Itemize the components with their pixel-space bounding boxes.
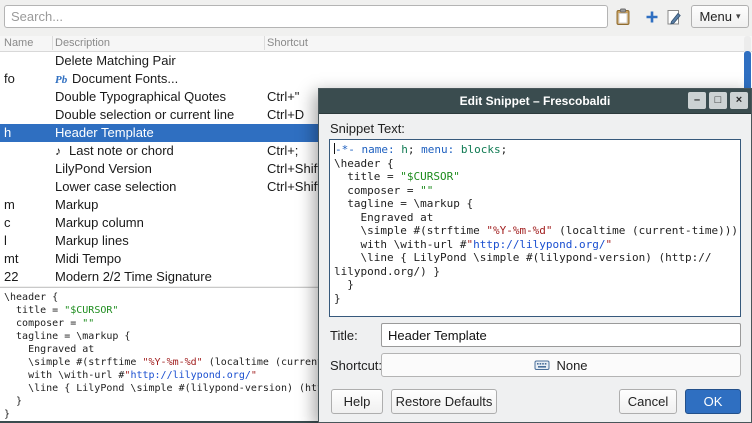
row-name: mt <box>4 250 50 268</box>
row-description: PbDocument Fonts... <box>55 70 264 89</box>
row-name: 22 <box>4 268 50 286</box>
row-description: Modern 2/2 Time Signature <box>55 268 264 286</box>
table-header: Name Description Shortcut <box>0 36 752 52</box>
menu-button-label: Menu <box>699 9 732 24</box>
shortcut-button[interactable]: None <box>381 353 741 377</box>
row-name: h <box>4 124 50 142</box>
row-description: Markup lines <box>55 232 264 250</box>
code-line: Engraved at <box>334 211 736 225</box>
column-header-name[interactable]: Name <box>4 37 33 49</box>
column-header-description[interactable]: Description <box>55 37 110 49</box>
add-snippet-button[interactable] <box>642 7 662 27</box>
maximize-button[interactable]: □ <box>709 92 727 109</box>
column-divider <box>264 36 265 50</box>
row-description: Double Typographical Quotes <box>55 88 264 106</box>
code-line: title = "$CURSOR" <box>334 170 736 184</box>
code-line: composer = "" <box>334 184 736 198</box>
snippet-toolbar: Menu ▾ <box>0 0 752 34</box>
shortcut-label: Shortcut: <box>330 358 382 373</box>
snippet-text-editor[interactable]: -*- name: h; menu: blocks;\header { titl… <box>329 139 741 317</box>
code-line: -*- name: h; menu: blocks; <box>334 143 736 157</box>
row-description: LilyPond Version <box>55 160 264 178</box>
code-line: \line { LilyPond \simple #(lilypond-vers… <box>334 251 736 265</box>
table-row[interactable]: Delete Matching Pair <box>0 52 752 70</box>
table-row[interactable]: fo PbDocument Fonts... <box>0 70 752 88</box>
code-line: \header { <box>334 157 736 171</box>
row-description: Double selection or current line <box>55 106 264 124</box>
row-description: Markup <box>55 196 264 214</box>
title-field[interactable] <box>381 323 741 347</box>
row-description: Midi Tempo <box>55 250 264 268</box>
keyboard-icon <box>534 357 550 373</box>
row-description: Header Template <box>55 124 264 142</box>
row-description: ♪Last note or chord <box>55 142 264 160</box>
row-name: c <box>4 214 50 232</box>
edit-snippet-dialog: Edit Snippet – Frescobaldi –□× Snippet T… <box>318 88 752 423</box>
row-description: Markup column <box>55 214 264 232</box>
code-line: lilypond.org/) } <box>334 265 736 279</box>
row-description: Delete Matching Pair <box>55 52 264 70</box>
music-note-icon: ♪ <box>55 142 67 160</box>
row-description: Lower case selection <box>55 178 264 196</box>
window-controls: –□× <box>688 92 748 109</box>
row-name: l <box>4 232 50 250</box>
code-line: with \with-url #"http://lilypond.org/" <box>334 238 736 252</box>
restore-defaults-button[interactable]: Restore Defaults <box>391 389 497 414</box>
column-divider <box>52 36 53 50</box>
minimize-button[interactable]: – <box>688 92 706 109</box>
plus-icon <box>644 9 660 25</box>
column-header-shortcut[interactable]: Shortcut <box>267 37 308 49</box>
row-name: fo <box>4 70 50 88</box>
menu-button[interactable]: Menu ▾ <box>691 5 749 28</box>
cancel-button[interactable]: Cancel <box>619 389 677 414</box>
edit-icon <box>665 8 683 26</box>
help-button[interactable]: Help <box>331 389 383 414</box>
clipboard-icon <box>614 8 632 26</box>
dialog-title: Edit Snippet – Frescobaldi <box>460 94 611 108</box>
dialog-titlebar[interactable]: Edit Snippet – Frescobaldi –□× <box>319 89 751 114</box>
ok-button[interactable]: OK <box>685 389 741 414</box>
code-line: tagline = \markup { <box>334 197 736 211</box>
code-line: } <box>334 292 736 306</box>
code-line: } <box>334 278 736 292</box>
chevron-down-icon: ▾ <box>736 11 741 22</box>
edit-snippet-button[interactable] <box>664 7 684 27</box>
shortcut-value: None <box>556 358 587 373</box>
code-line: \simple #(strftime "%Y-%m-%d" (localtime… <box>334 224 736 238</box>
search-input[interactable] <box>4 5 608 28</box>
document-fonts-icon: Pb <box>55 71 70 89</box>
snippet-text-label: Snippet Text: <box>330 121 405 136</box>
title-label: Title: <box>330 328 358 343</box>
close-button[interactable]: × <box>730 92 748 109</box>
row-name: m <box>4 196 50 214</box>
paste-snippet-button[interactable] <box>613 7 633 27</box>
